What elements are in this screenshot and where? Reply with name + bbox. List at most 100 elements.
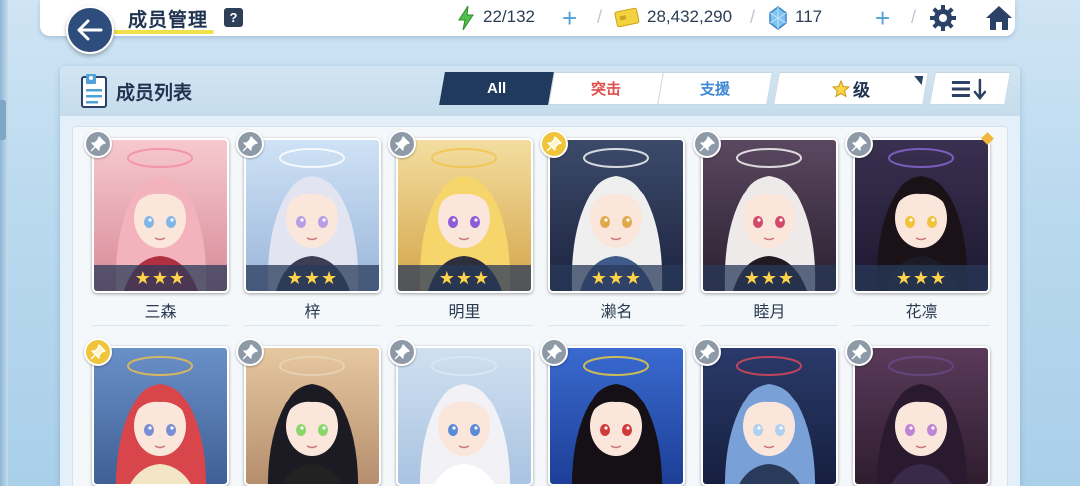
pin-icon bbox=[851, 344, 867, 360]
character-portrait bbox=[855, 348, 988, 484]
pin-toggle[interactable] bbox=[388, 338, 416, 366]
character-portrait bbox=[94, 348, 227, 484]
page-title: 成员管理 bbox=[128, 10, 209, 31]
member-name: 花凛 bbox=[905, 304, 938, 321]
pin-toggle[interactable] bbox=[236, 338, 264, 366]
star-rating: ★★★ bbox=[855, 265, 988, 291]
name-divider bbox=[396, 325, 533, 326]
member-name: 睦月 bbox=[753, 304, 786, 321]
member-name: 梓 bbox=[304, 304, 321, 321]
gems-counter: 117 bbox=[795, 7, 823, 26]
pin-icon bbox=[90, 344, 106, 360]
help-button[interactable]: ? bbox=[224, 8, 243, 27]
member-card[interactable]: ★★★ 睦月 bbox=[693, 130, 838, 326]
filter-tabs: All 突击 支援 bbox=[439, 72, 773, 105]
ap-counter: 22/132 bbox=[483, 7, 535, 26]
portrait-frame bbox=[548, 346, 685, 486]
pin-toggle[interactable] bbox=[540, 338, 568, 366]
sort-order-button[interactable] bbox=[929, 72, 1011, 105]
member-card[interactable] bbox=[388, 338, 533, 486]
star-rating: ★★★ bbox=[94, 265, 227, 291]
tab-all[interactable]: All bbox=[439, 72, 555, 105]
member-card[interactable] bbox=[693, 338, 838, 486]
member-list-icon bbox=[81, 74, 107, 108]
pin-icon bbox=[546, 344, 562, 360]
member-card[interactable] bbox=[540, 338, 685, 486]
pin-icon bbox=[699, 136, 715, 152]
member-card[interactable] bbox=[236, 338, 381, 486]
pin-toggle[interactable] bbox=[845, 338, 873, 366]
member-card[interactable]: ★★★ 梓 bbox=[236, 130, 381, 326]
tab-strike-label: 突击 bbox=[590, 81, 621, 98]
member-card[interactable] bbox=[845, 338, 990, 486]
gems-plus-button[interactable]: + bbox=[875, 3, 890, 34]
pin-toggle[interactable] bbox=[84, 130, 112, 158]
pin-icon bbox=[699, 344, 715, 360]
pin-toggle[interactable] bbox=[388, 130, 416, 158]
back-button[interactable] bbox=[66, 6, 114, 54]
name-divider bbox=[853, 325, 990, 326]
pin-toggle[interactable] bbox=[845, 130, 873, 158]
pin-toggle[interactable] bbox=[693, 130, 721, 158]
separator: / bbox=[911, 7, 917, 27]
member-name: 三森 bbox=[144, 304, 177, 321]
home-icon[interactable] bbox=[984, 4, 1014, 32]
star-rating: ★★★ bbox=[398, 265, 531, 291]
star-rating: ★★★ bbox=[703, 265, 836, 291]
pyroxene-gem-icon bbox=[769, 6, 787, 30]
portrait-frame: ★★★ bbox=[92, 138, 229, 293]
pin-icon bbox=[242, 136, 258, 152]
separator: / bbox=[750, 7, 756, 27]
pin-toggle[interactable] bbox=[693, 338, 721, 366]
member-card[interactable]: ★★★ 濑名 bbox=[540, 130, 685, 326]
lightning-icon bbox=[458, 6, 474, 30]
sort-dropdown-indicator bbox=[912, 76, 924, 85]
portrait-frame bbox=[244, 346, 381, 486]
name-divider bbox=[92, 325, 229, 326]
name-divider bbox=[548, 325, 685, 326]
panel-title: 成员列表 bbox=[116, 83, 193, 104]
credit-card-icon bbox=[614, 7, 640, 28]
character-portrait bbox=[246, 348, 379, 484]
pin-icon bbox=[242, 344, 258, 360]
character-portrait bbox=[550, 348, 683, 484]
portrait-frame: ★★★ bbox=[853, 138, 990, 293]
portrait-frame: ★★★ bbox=[701, 138, 838, 293]
pin-toggle[interactable] bbox=[84, 338, 112, 366]
left-edge-strip bbox=[0, 0, 8, 486]
tab-support[interactable]: 支援 bbox=[657, 72, 773, 105]
member-card[interactable]: ★★★ 明里 bbox=[388, 130, 533, 326]
member-card[interactable] bbox=[84, 338, 229, 486]
pin-toggle[interactable] bbox=[236, 130, 264, 158]
gear-icon[interactable] bbox=[929, 4, 957, 32]
tab-strike[interactable]: 突击 bbox=[548, 72, 664, 105]
character-portrait bbox=[703, 348, 836, 484]
member-card[interactable]: ★★★ 花凛 bbox=[845, 130, 994, 326]
portrait-frame bbox=[396, 346, 533, 486]
portrait-frame: ★★★ bbox=[548, 138, 685, 293]
pin-toggle[interactable] bbox=[540, 130, 568, 158]
arrow-left-icon bbox=[77, 19, 103, 41]
pin-icon bbox=[394, 344, 410, 360]
credits-counter: 28,432,290 bbox=[647, 7, 733, 26]
portrait-frame bbox=[853, 346, 990, 486]
pin-icon bbox=[546, 136, 562, 152]
ap-plus-button[interactable]: + bbox=[562, 3, 577, 34]
tab-support-label: 支援 bbox=[699, 81, 730, 98]
star-icon bbox=[832, 79, 850, 98]
star-rating: ★★★ bbox=[550, 265, 683, 291]
member-card[interactable]: ★★★ 三森 bbox=[84, 130, 229, 326]
edge-notch bbox=[0, 100, 6, 140]
portrait-frame bbox=[92, 346, 229, 486]
tab-all-label: All bbox=[487, 80, 507, 97]
portrait-frame: ★★★ bbox=[396, 138, 533, 293]
pin-icon bbox=[90, 136, 106, 152]
pin-icon bbox=[394, 136, 410, 152]
portrait-frame: ★★★ bbox=[244, 138, 381, 293]
sort-descending-icon bbox=[952, 78, 987, 100]
name-divider bbox=[701, 325, 838, 326]
member-name: 濑名 bbox=[600, 304, 633, 321]
separator: / bbox=[597, 7, 603, 27]
sort-button[interactable]: 级 bbox=[773, 72, 929, 105]
pin-icon bbox=[851, 136, 867, 152]
